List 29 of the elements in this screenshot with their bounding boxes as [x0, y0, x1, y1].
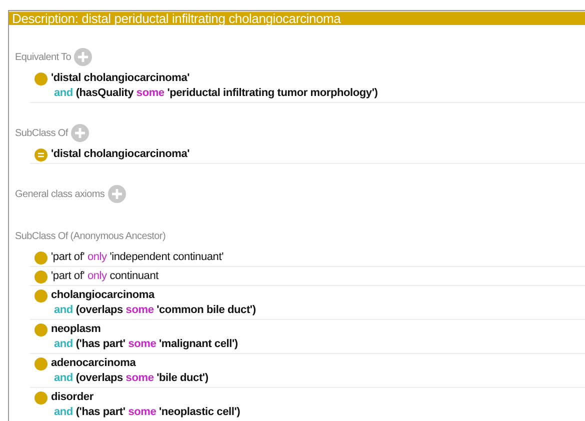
panel-title: Description: distal periductal infiltrating cholangiocarcinoma: [12, 12, 341, 25]
section-label: General class axioms: [15, 188, 105, 202]
class-expression: neoplasm: [51, 322, 102, 337]
class-icon: [34, 251, 48, 265]
class-icon: [34, 357, 48, 371]
restriction-expression: and ('has part' some 'neoplastic cell'): [54, 405, 240, 420]
restriction-expression: and (overlaps some 'common bile duct'): [54, 303, 256, 318]
add-icon[interactable]: [70, 124, 89, 142]
class-expression: cholangiocarcinoma: [51, 288, 156, 303]
restriction-expression: and ('has part' some 'malignant cell'): [54, 337, 238, 352]
class-icon: [34, 270, 48, 284]
section-label: Equivalent To: [15, 50, 71, 64]
class-icon: [34, 72, 48, 86]
class-expression: 'part of' only continuant: [51, 269, 158, 284]
section-label: SubClass Of (Anonymous Ancestor): [15, 230, 166, 244]
restriction-expression: and (overlaps some 'bile duct'): [54, 371, 208, 386]
class-icon: [34, 323, 48, 337]
class-expression: 'distal cholangiocarcinoma': [51, 147, 190, 162]
class-expression: 'part of' only 'independent continuant': [51, 250, 224, 265]
equivalent-class-icon: [34, 148, 48, 162]
class-icon: [34, 391, 48, 405]
section-label: SubClass Of: [15, 126, 68, 140]
add-icon[interactable]: [74, 48, 92, 66]
restriction-expression: and (hasQuality some 'periductal infiltrating tumor morphology'): [54, 86, 378, 101]
class-expression: 'distal cholangiocarcinoma': [51, 71, 191, 86]
add-icon[interactable]: [108, 185, 126, 203]
class-expression: disorder: [51, 390, 94, 405]
class-icon: [34, 289, 48, 303]
class-expression: adenocarcinoma: [51, 356, 137, 371]
